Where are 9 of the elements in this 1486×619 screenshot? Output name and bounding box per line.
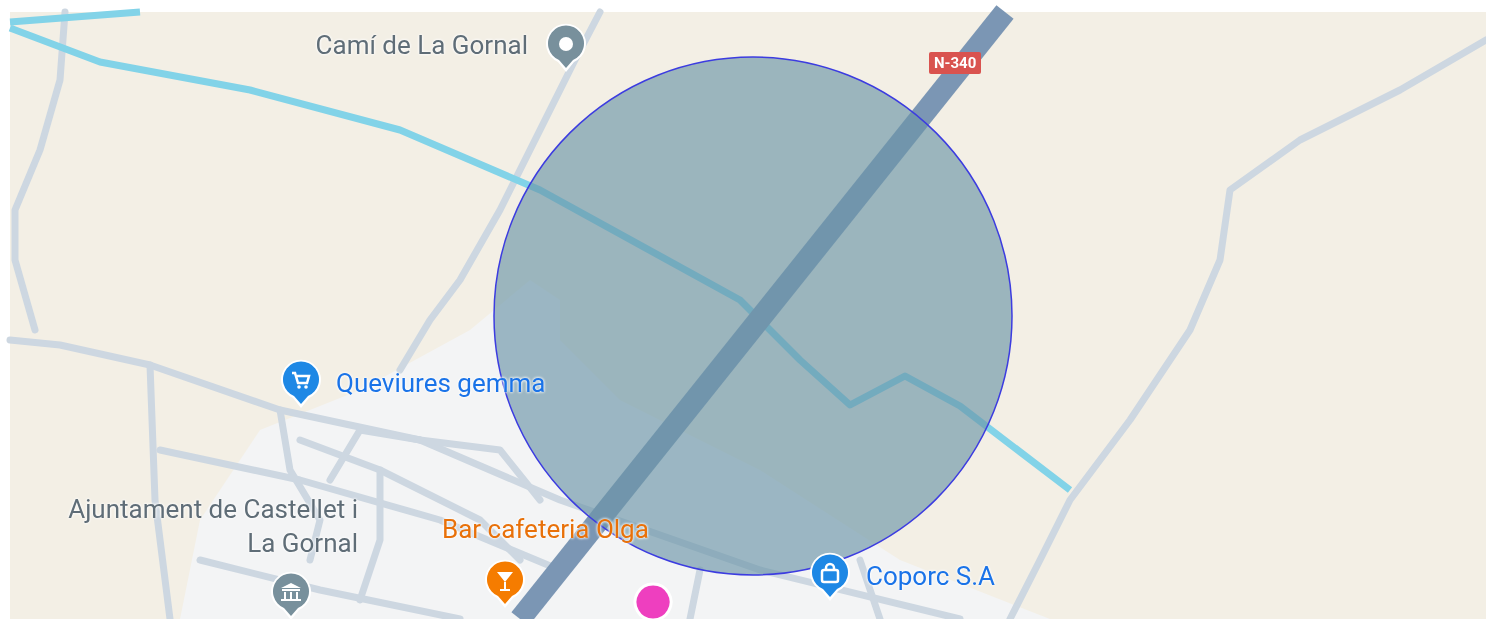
shopping-cart-icon[interactable] (279, 358, 323, 410)
shopping-bag-icon[interactable] (808, 551, 852, 603)
pin-icon (633, 582, 673, 619)
cocktail-glass-icon[interactable] (483, 558, 527, 610)
place-label[interactable]: Camí de La Gornal (315, 28, 528, 62)
place-label[interactable]: Coporc S.A (866, 559, 996, 593)
place-label[interactable]: Ajuntament de Castellet i La Gornal (48, 492, 358, 560)
building-icon[interactable] (269, 570, 313, 619)
road-shield: N-340 (929, 52, 982, 74)
